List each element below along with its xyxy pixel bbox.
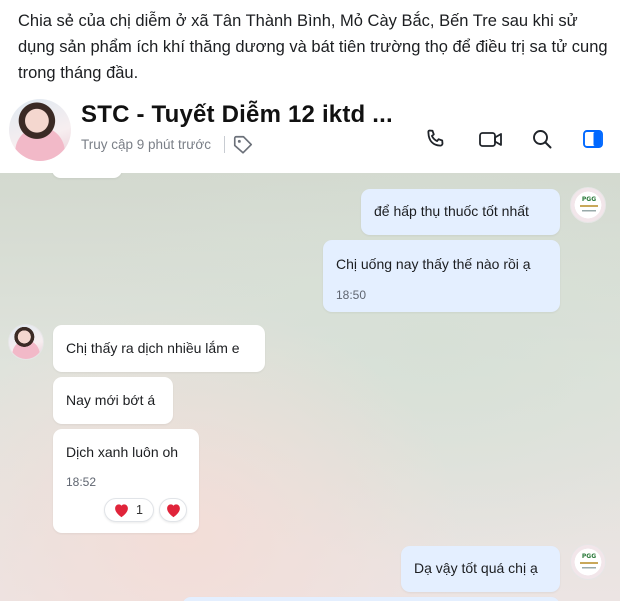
heart-icon (167, 504, 180, 518)
chat-messages-area[interactable]: PGG để hấp thụ thuốc tốt nhất Chị uống n… (0, 173, 620, 601)
svg-text:PGG: PGG (582, 196, 596, 203)
message-text: để hấp thụ thuốc tốt nhất (374, 203, 529, 219)
reaction-summary[interactable]: 1 (104, 498, 154, 522)
contact-avatar[interactable] (9, 99, 71, 161)
message-text: Chị uống nay thấy thế nào rồi ạ (336, 256, 531, 272)
chat-header: STC - Tuyết Diễm 12 iktd ... Truy cập 9 … (0, 93, 620, 173)
brand-logo-icon: PGG (580, 196, 598, 212)
outgoing-message[interactable]: để hấp thụ thuốc tốt nhất (361, 189, 560, 235)
message-text: Dịch xanh luôn oh (66, 444, 179, 460)
sidebar-panel-icon[interactable] (581, 127, 605, 151)
post-caption: Chia sẻ của chị diễm ở xã Tân Thành Bình… (18, 12, 608, 82)
sender-avatar: PGG (570, 187, 606, 223)
sender-avatar: PGG (570, 544, 606, 580)
incoming-message[interactable]: Nay mới bớt á (53, 377, 173, 424)
svg-text:PGG: PGG (582, 553, 596, 560)
message-time: 18:52 (66, 475, 97, 489)
search-icon[interactable] (530, 127, 554, 151)
outgoing-message[interactable]: Chị uống nay thấy thế nào rồi ạ 18:50 (323, 240, 560, 312)
incoming-message[interactable]: Chị thấy ra dịch nhiều lắm e (53, 325, 265, 372)
cropped-message-bubble[interactable] (182, 597, 560, 601)
phone-icon[interactable] (423, 127, 447, 151)
cropped-message-bubble[interactable] (52, 173, 122, 178)
brand-logo-icon: PGG (580, 553, 598, 569)
outgoing-message[interactable]: Dạ vậy tốt quá chị ạ (401, 546, 560, 592)
contact-mini-avatar[interactable] (8, 324, 44, 360)
add-reaction-button[interactable] (159, 498, 187, 522)
status-divider (224, 136, 225, 153)
contact-name[interactable]: STC - Tuyết Diễm 12 iktd ... (81, 101, 393, 129)
reaction-count: 1 (136, 503, 143, 517)
message-text: Nay mới bớt á (66, 392, 156, 408)
message-time: 18:50 (336, 288, 367, 302)
video-call-icon[interactable] (478, 127, 504, 151)
tag-icon[interactable] (232, 134, 254, 156)
last-seen-status: Truy cập 9 phút trước (81, 137, 211, 152)
heart-icon (115, 504, 128, 518)
message-text: Chị thấy ra dịch nhiều lắm e (66, 340, 240, 356)
message-text: Dạ vậy tốt quá chị ạ (414, 560, 538, 576)
